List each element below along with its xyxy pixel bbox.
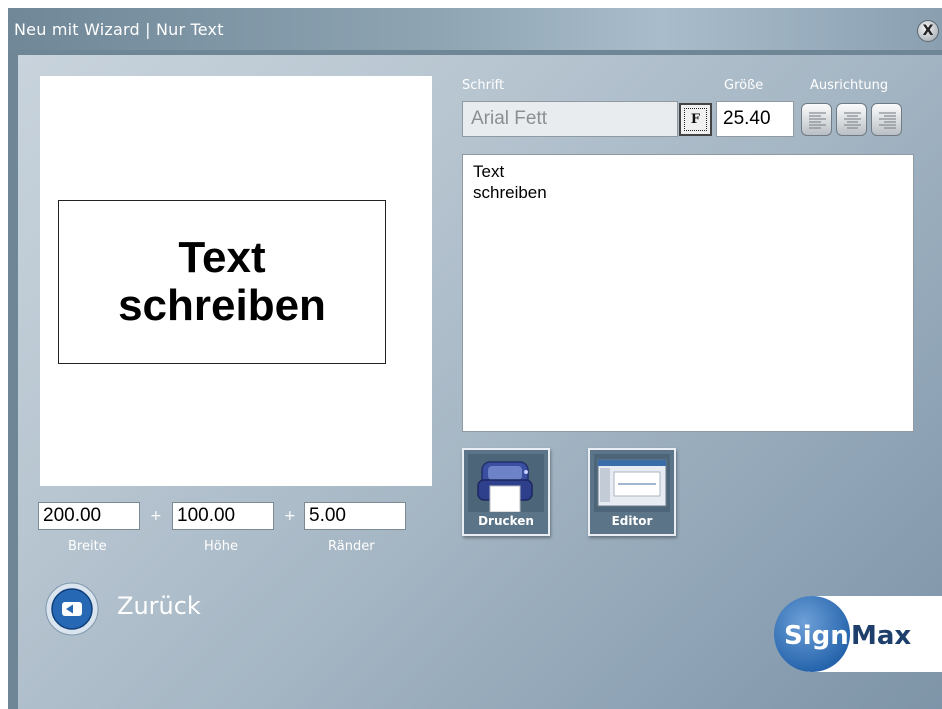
margin-input[interactable]: 5.00: [304, 502, 406, 530]
align-right-icon: [879, 112, 896, 129]
height-input[interactable]: 100.00: [172, 502, 274, 530]
title-bar: Neu mit Wizard | Nur Text X: [8, 8, 942, 50]
alignment-label: Ausrichtung: [810, 78, 889, 93]
font-field[interactable]: Arial Fett: [462, 101, 678, 137]
back-button[interactable]: Zurück: [45, 582, 225, 637]
font-select-button[interactable]: F: [679, 103, 712, 136]
align-right-button[interactable]: [871, 103, 902, 136]
align-center-button[interactable]: [836, 103, 867, 136]
size-label: Größe: [724, 78, 764, 93]
font-label: Schrift: [462, 78, 505, 93]
font-button-label: F: [684, 108, 707, 131]
logo-text-sign: Sign: [784, 621, 849, 651]
back-arrow-icon: [45, 582, 99, 636]
editor-screen-icon: [594, 454, 670, 512]
align-center-icon: [844, 112, 861, 129]
label-preview: Text schreiben: [58, 200, 386, 364]
editor-button[interactable]: Editor: [588, 448, 676, 536]
width-input[interactable]: 200.00: [38, 502, 140, 530]
height-label: Höhe: [204, 539, 238, 554]
print-button[interactable]: Drucken: [462, 448, 550, 536]
text-line-1: Text: [473, 162, 505, 181]
size-input[interactable]: 25.40: [716, 101, 794, 137]
wizard-window: Neu mit Wizard | Nur Text X Text schreib…: [0, 0, 942, 709]
width-label: Breite: [68, 539, 107, 554]
logo-text-max: Max: [851, 621, 911, 651]
close-icon[interactable]: X: [917, 20, 939, 42]
print-button-label: Drucken: [478, 514, 534, 528]
margin-label: Ränder: [328, 539, 375, 554]
signmax-logo: Sign Max: [774, 596, 942, 672]
editor-button-label: Editor: [611, 514, 653, 528]
text-line-2: schreiben: [473, 183, 547, 202]
plus-sign: +: [284, 508, 296, 524]
align-left-button[interactable]: [801, 103, 832, 136]
back-button-label: Zurück: [117, 592, 201, 620]
preview-line-2: schreiben: [118, 281, 326, 330]
label-text-input[interactable]: Text schreiben: [462, 154, 914, 432]
preview-line-1: Text: [178, 233, 266, 282]
window-title: Neu mit Wizard | Nur Text: [14, 20, 224, 39]
align-left-icon: [809, 112, 826, 129]
plus-sign: +: [150, 508, 162, 524]
printer-icon: [468, 454, 544, 512]
